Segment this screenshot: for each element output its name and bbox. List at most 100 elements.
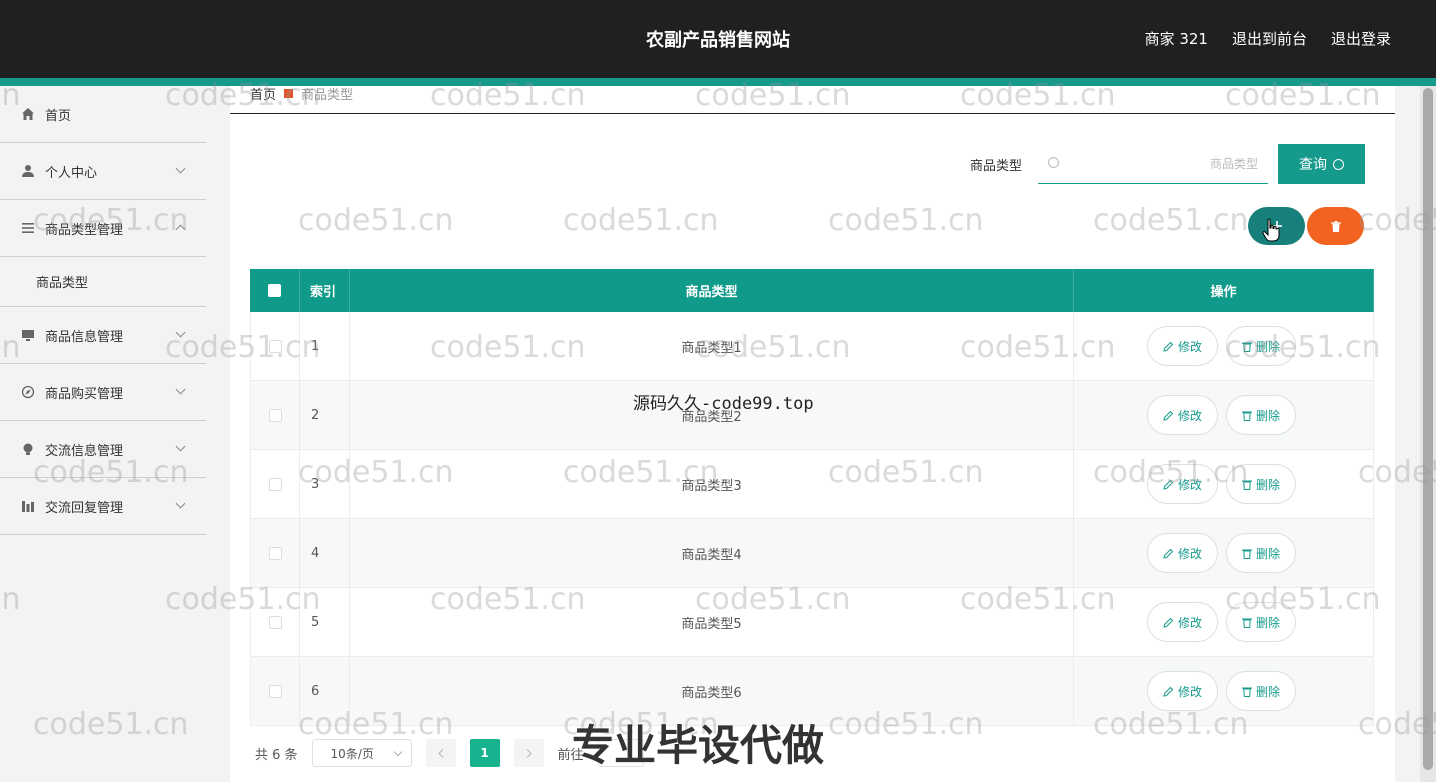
compass-icon xyxy=(20,384,36,400)
header-select-all xyxy=(250,269,300,312)
row-actions: 修改 删除 xyxy=(1074,450,1374,518)
row-select xyxy=(250,657,300,725)
sidebar-item-product-type[interactable]: 商品类型管理 xyxy=(0,200,206,257)
pagination: 共 6 条 10条/页 1 前往 xyxy=(255,739,644,767)
sidebar-item-home[interactable]: 首页 xyxy=(0,86,206,143)
delete-button[interactable]: 删除 xyxy=(1226,395,1297,435)
delete-label: 删除 xyxy=(1256,684,1281,699)
row-select xyxy=(250,519,300,587)
delete-button[interactable]: 删除 xyxy=(1226,602,1297,642)
logout-link[interactable]: 退出登录 xyxy=(1331,28,1391,49)
trash-icon xyxy=(1330,220,1341,232)
sidebar-subitem-product-type[interactable]: 商品类型 xyxy=(0,257,206,307)
prev-page-button[interactable] xyxy=(425,739,456,767)
goto-page-input[interactable] xyxy=(597,739,644,767)
sidebar-item-messages[interactable]: 交流信息管理 xyxy=(0,421,206,478)
chevron-left-icon xyxy=(437,748,443,758)
sidebar-item-product-info[interactable]: 商品信息管理 xyxy=(0,307,206,364)
row-type-name: 商品类型2 xyxy=(350,381,1074,449)
row-actions: 修改 删除 xyxy=(1074,312,1374,380)
chevron-right-icon xyxy=(526,748,532,758)
edit-label: 修改 xyxy=(1178,477,1203,492)
query-button[interactable]: 查询 xyxy=(1278,144,1365,184)
trash-icon xyxy=(1242,687,1253,697)
sidebar-item-profile[interactable]: 个人中心 xyxy=(0,143,206,200)
breadcrumb-home[interactable]: 首页 xyxy=(250,84,276,103)
row-checkbox[interactable] xyxy=(268,477,282,491)
row-select xyxy=(250,450,300,518)
page-size-select[interactable]: 10条/页 xyxy=(311,739,412,767)
header-actions: 商家 321 退出到前台 退出登录 xyxy=(1145,28,1391,49)
search-input[interactable] xyxy=(1068,152,1258,176)
row-type-name: 商品类型6 xyxy=(350,657,1074,725)
goto-label: 前往 xyxy=(557,747,584,763)
chevron-down-icon xyxy=(175,327,186,338)
next-page-button[interactable] xyxy=(513,739,544,767)
batch-delete-button[interactable] xyxy=(1307,207,1364,245)
chart-icon xyxy=(20,498,36,514)
sidebar-item-purchase[interactable]: 商品购买管理 xyxy=(0,364,206,421)
page-number[interactable]: 1 xyxy=(469,739,500,767)
chevron-down-icon xyxy=(393,747,402,757)
row-checkbox[interactable] xyxy=(268,615,282,629)
sidebar-item-replies[interactable]: 交流回复管理 xyxy=(0,478,206,535)
pencil-icon xyxy=(1163,479,1174,490)
table-row: 2 商品类型2 修改 删除 xyxy=(250,381,1374,450)
row-actions: 修改 删除 xyxy=(1074,588,1374,656)
delete-button[interactable]: 删除 xyxy=(1226,671,1297,711)
delete-label: 删除 xyxy=(1256,477,1281,492)
scrollbar-thumb[interactable] xyxy=(1423,88,1433,770)
chevron-down-icon xyxy=(175,441,186,452)
table-row: 1 商品类型1 修改 删除 xyxy=(250,312,1374,381)
edit-button[interactable]: 修改 xyxy=(1147,326,1219,366)
search-icon xyxy=(1048,157,1059,168)
breadcrumb-separator-icon xyxy=(284,89,294,98)
edit-button[interactable]: 修改 xyxy=(1147,395,1219,435)
page-size-value: 10条/页 xyxy=(330,746,374,761)
table-row: 4 商品类型4 修改 删除 xyxy=(250,519,1374,588)
row-type-name: 商品类型3 xyxy=(350,450,1074,518)
delete-button[interactable]: 删除 xyxy=(1226,464,1297,504)
row-index: 1 xyxy=(300,312,350,380)
pencil-icon xyxy=(1163,410,1174,421)
edit-label: 修改 xyxy=(1178,546,1203,561)
edit-button[interactable]: 修改 xyxy=(1147,671,1219,711)
sidebar-item-label: 个人中心 xyxy=(45,165,98,181)
row-actions: 修改 删除 xyxy=(1074,381,1374,449)
row-type-name: 商品类型4 xyxy=(350,519,1074,587)
row-checkbox[interactable] xyxy=(268,339,282,353)
table-row: 5 商品类型5 修改 删除 xyxy=(250,588,1374,657)
user-icon xyxy=(20,163,36,179)
select-all-checkbox[interactable] xyxy=(268,284,281,297)
add-button[interactable] xyxy=(1248,207,1305,245)
scrollbar[interactable] xyxy=(1420,86,1436,782)
row-type-name: 商品类型5 xyxy=(350,588,1074,656)
front-link[interactable]: 退出到前台 xyxy=(1232,28,1307,49)
pencil-icon xyxy=(1163,341,1174,352)
trash-icon xyxy=(1242,411,1253,421)
monitor-icon xyxy=(20,327,36,343)
pencil-icon xyxy=(1163,548,1174,559)
row-checkbox[interactable] xyxy=(268,408,282,422)
pencil-icon xyxy=(1163,686,1174,697)
search-label: 商品类型 xyxy=(970,159,1023,174)
delete-button[interactable]: 删除 xyxy=(1226,533,1297,573)
breadcrumb-current: 商品类型 xyxy=(301,88,354,103)
edit-button[interactable]: 修改 xyxy=(1147,533,1219,573)
chevron-down-icon xyxy=(175,498,186,509)
delete-button[interactable]: 删除 xyxy=(1226,326,1297,366)
edit-button[interactable]: 修改 xyxy=(1147,464,1219,504)
trash-icon xyxy=(1242,480,1253,490)
row-checkbox[interactable] xyxy=(268,684,282,698)
delete-label: 删除 xyxy=(1256,408,1281,423)
row-type-name: 商品类型1 xyxy=(350,312,1074,380)
chevron-down-icon xyxy=(175,384,186,395)
query-button-label: 查询 xyxy=(1299,156,1327,172)
breadcrumb-divider xyxy=(230,113,1395,114)
chevron-down-icon xyxy=(175,163,186,174)
row-checkbox[interactable] xyxy=(268,546,282,560)
row-index: 4 xyxy=(300,519,350,587)
row-actions: 修改 删除 xyxy=(1074,657,1374,725)
edit-button[interactable]: 修改 xyxy=(1147,602,1219,642)
search-icon xyxy=(1333,158,1344,170)
